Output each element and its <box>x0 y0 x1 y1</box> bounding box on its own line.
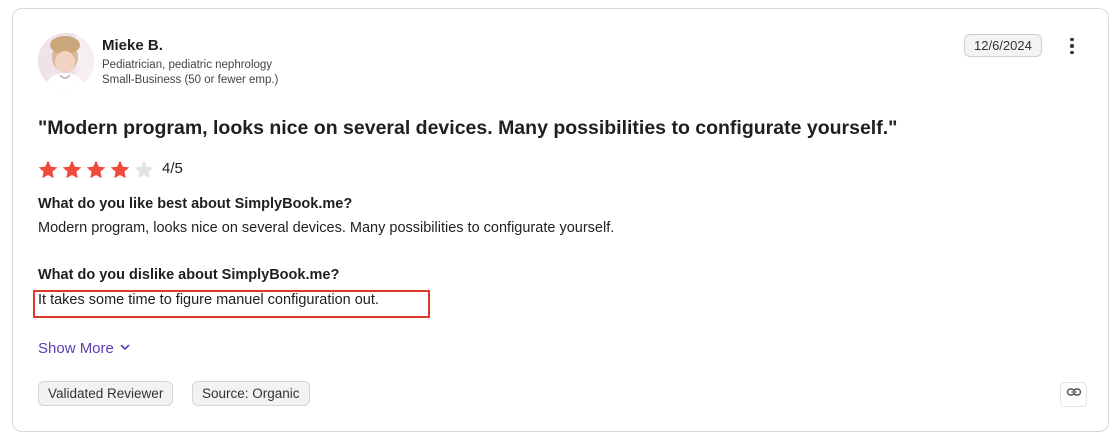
tag-source: Source: Organic <box>192 381 310 406</box>
star-empty-icon <box>133 159 155 181</box>
star-filled-icon <box>85 159 107 181</box>
tag-validated-reviewer: Validated Reviewer <box>38 381 174 406</box>
question-heading-dislike: What do you dislike about SimplyBook.me? <box>38 267 340 283</box>
review-date-badge: 12/6/2024 <box>964 34 1042 57</box>
star-filled-icon <box>37 159 59 181</box>
avatar <box>38 33 94 89</box>
reviewer-title: Pediatrician, pediatric nephrology <box>102 59 273 71</box>
question-heading-like: What do you like best about SimplyBook.m… <box>38 196 353 212</box>
kebab-menu-icon[interactable] <box>1064 36 1080 56</box>
reviewer-company-size: Small-Business (50 or fewer emp.) <box>102 74 279 86</box>
review-card: Mieke B. Pediatrician, pediatric nephrol… <box>12 8 1109 432</box>
reviewer-name: Mieke B. <box>102 37 163 54</box>
answer-like: Modern program, looks nice on several de… <box>38 220 615 236</box>
star-filled-icon <box>109 159 131 181</box>
link-icon <box>1066 384 1082 405</box>
star-rating <box>37 159 155 181</box>
copy-link-button[interactable] <box>1060 382 1087 407</box>
highlight-box <box>33 290 430 318</box>
chevron-down-icon <box>119 340 131 357</box>
star-filled-icon <box>61 159 83 181</box>
show-more-label: Show More <box>38 340 114 357</box>
show-more-button[interactable]: Show More <box>38 340 131 357</box>
review-title: "Modern program, looks nice on several d… <box>38 117 898 139</box>
rating-text: 4/5 <box>162 160 183 177</box>
